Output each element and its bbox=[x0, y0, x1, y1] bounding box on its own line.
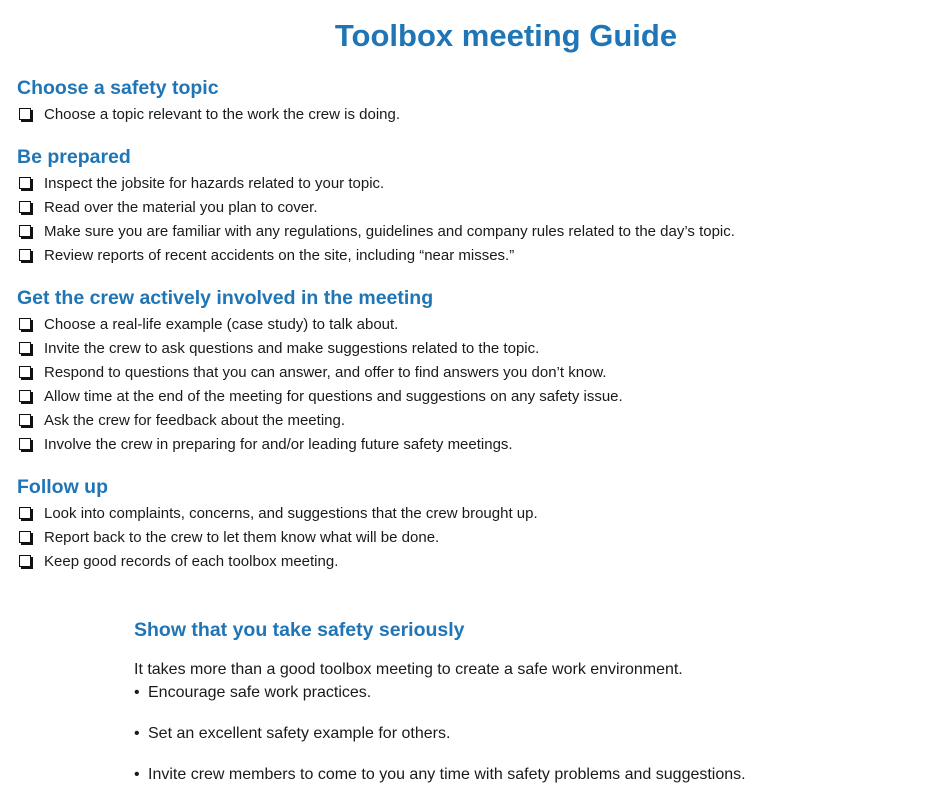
checklist-item: Inspect the jobsite for hazards related … bbox=[17, 172, 735, 196]
checkbox-icon[interactable] bbox=[19, 342, 31, 354]
section-follow-up: Follow up Look into complaints, concerns… bbox=[17, 474, 538, 574]
checkbox-icon[interactable] bbox=[19, 318, 31, 330]
checklist-item: Invite the crew to ask questions and mak… bbox=[17, 337, 623, 361]
section-heading: Be prepared bbox=[17, 146, 131, 168]
panel-heading: Show that you take safety seriously bbox=[134, 619, 465, 641]
checkbox-icon[interactable] bbox=[19, 414, 31, 426]
checklist-item: Look into complaints, concerns, and sugg… bbox=[17, 502, 538, 526]
checklist-item: Keep good records of each toolbox meetin… bbox=[17, 550, 538, 574]
checkbox-icon[interactable] bbox=[19, 531, 31, 543]
checkbox-icon[interactable] bbox=[19, 555, 31, 567]
checklist-item: Make sure you are familiar with any regu… bbox=[17, 220, 735, 244]
bullet-icon: • bbox=[134, 725, 140, 742]
section-heading: Get the crew actively involved in the me… bbox=[17, 287, 434, 309]
checklist-item: Allow time at the end of the meeting for… bbox=[17, 385, 623, 409]
checklist-item: Respond to questions that you can answer… bbox=[17, 361, 623, 385]
bullet-item: • Invite crew members to come to you any… bbox=[134, 766, 746, 783]
checklist-item: Involve the crew in preparing for and/or… bbox=[17, 433, 623, 457]
checklist-item: Read over the material you plan to cover… bbox=[17, 196, 735, 220]
checkbox-icon[interactable] bbox=[19, 177, 31, 189]
bullet-icon: • bbox=[134, 766, 140, 783]
checkbox-icon[interactable] bbox=[19, 201, 31, 213]
section-choose-topic: Choose a safety topic Choose a topic rel… bbox=[17, 75, 400, 127]
checkbox-icon[interactable] bbox=[19, 390, 31, 402]
section-be-prepared: Be prepared Inspect the jobsite for haza… bbox=[17, 144, 735, 268]
bullet-item: • Encourage safe work practices. bbox=[134, 684, 372, 701]
checklist-item: Choose a topic relevant to the work the … bbox=[17, 103, 400, 127]
checklist-item: Ask the crew for feedback about the meet… bbox=[17, 409, 623, 433]
safety-seriously-panel: Show that you take safety seriously It t… bbox=[134, 617, 746, 783]
checkbox-icon[interactable] bbox=[19, 249, 31, 261]
checkbox-icon[interactable] bbox=[19, 225, 31, 237]
checkbox-icon[interactable] bbox=[19, 108, 31, 120]
panel-intro: It takes more than a good toolbox meetin… bbox=[134, 661, 683, 678]
section-crew-involved: Get the crew actively involved in the me… bbox=[17, 285, 623, 457]
checklist-item: Review reports of recent accidents on th… bbox=[17, 244, 735, 268]
checkbox-icon[interactable] bbox=[19, 366, 31, 378]
checklist-item: Report back to the crew to let them know… bbox=[17, 526, 538, 550]
checkbox-icon[interactable] bbox=[19, 438, 31, 450]
bullet-item: • Set an excellent safety example for ot… bbox=[134, 725, 451, 742]
checklist-item: Choose a real-life example (case study) … bbox=[17, 313, 623, 337]
checkbox-icon[interactable] bbox=[19, 507, 31, 519]
page-title: Toolbox meeting Guide bbox=[334, 18, 678, 53]
section-heading: Choose a safety topic bbox=[17, 77, 219, 99]
section-heading: Follow up bbox=[17, 476, 108, 498]
bullet-icon: • bbox=[134, 684, 140, 701]
